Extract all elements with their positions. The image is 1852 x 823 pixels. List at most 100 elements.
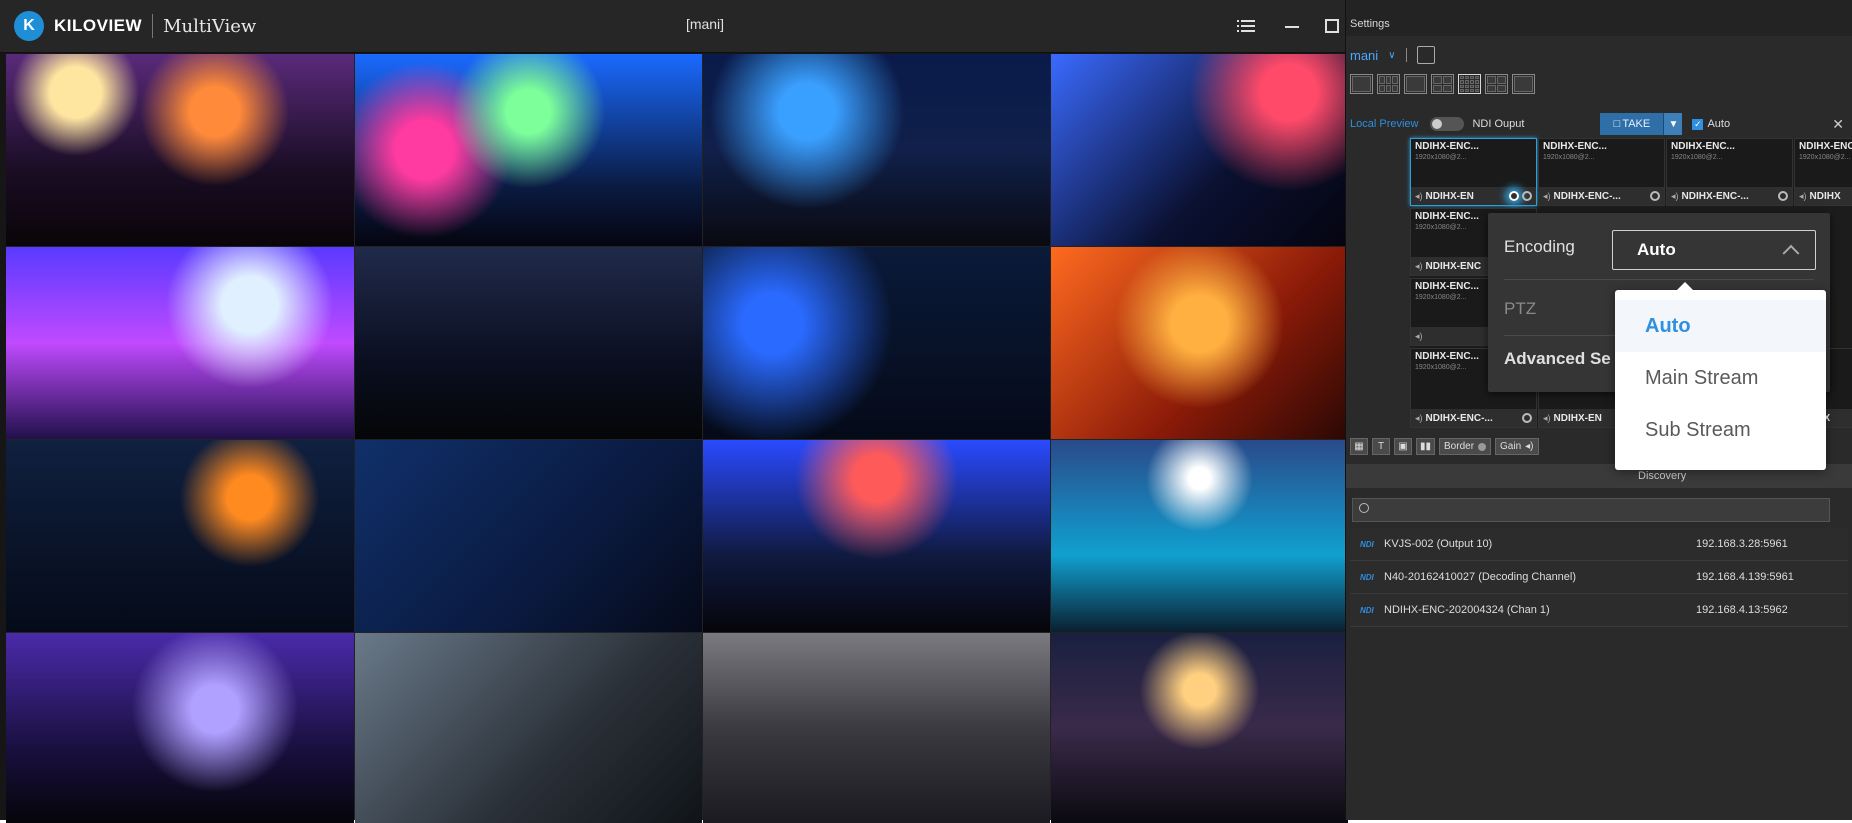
gain-button[interactable]: Gain ◂): [1495, 438, 1539, 455]
search-icon: [1359, 503, 1369, 513]
speaker-icon[interactable]: ◂): [1543, 191, 1551, 202]
title-bar: K KILOVIEW MultiView [mani]: [0, 0, 1345, 53]
video-tile[interactable]: [703, 54, 1050, 246]
layout-presets: [1350, 74, 1535, 94]
auto-checkbox[interactable]: ✓ Auto: [1692, 118, 1730, 130]
discovery-list: NDI KVJS-002 (Output 10) 192.168.3.28:59…: [1350, 528, 1848, 627]
text-icon[interactable]: T: [1372, 438, 1390, 455]
layout-select[interactable]: mani ∨: [1350, 48, 1396, 63]
take-icon: □: [1613, 118, 1621, 130]
take-dropdown-button[interactable]: ▼: [1663, 113, 1683, 135]
audio-meter-icon[interactable]: ▮▮: [1416, 438, 1436, 455]
gear-icon[interactable]: [1509, 191, 1519, 201]
video-tile[interactable]: [703, 440, 1050, 632]
menu-icon[interactable]: [1232, 12, 1260, 40]
auto-label: Auto: [1707, 118, 1731, 130]
video-tile[interactable]: [1051, 247, 1348, 439]
border-button[interactable]: Border: [1439, 438, 1492, 455]
maximize-icon[interactable]: [1318, 12, 1346, 40]
video-tile[interactable]: [703, 633, 1050, 823]
source-resolution: 1920x1080@2...: [1415, 364, 1467, 371]
source-tile[interactable]: NDIHX-ENC... 1920x1080@2... ◂) NDIHX-ENC…: [1538, 138, 1665, 206]
speaker-icon[interactable]: ◂): [1415, 261, 1423, 272]
image-icon[interactable]: ▣: [1394, 438, 1412, 455]
layout-single[interactable]: [1404, 74, 1427, 94]
source-tile[interactable]: NDIHX-ENC... 1920x1080@2... ◂) NDIHX: [1794, 138, 1852, 206]
ndi-badge: NDI: [1360, 572, 1374, 582]
source-footer-name: NDIHX-ENC-...: [1553, 190, 1621, 202]
source-name: KVJS-002 (Output 10): [1384, 538, 1493, 550]
video-tile[interactable]: [355, 440, 702, 632]
source-resolution: 1920x1080@2...: [1543, 154, 1595, 161]
video-tile[interactable]: [1051, 54, 1348, 246]
discovery-row[interactable]: NDI KVJS-002 (Output 10) 192.168.3.28:59…: [1350, 528, 1848, 561]
chevron-up-icon: [1782, 244, 1800, 262]
checkbox-checked-icon[interactable]: ✓: [1692, 118, 1704, 130]
minimize-icon[interactable]: [1278, 12, 1306, 40]
layout-1plus[interactable]: [1377, 74, 1400, 94]
save-layout-icon[interactable]: [1416, 46, 1435, 64]
source-tile[interactable]: NDIHX-ENC... 1920x1080@2... ◂) NDIHX-ENC…: [1666, 138, 1793, 206]
ndi-output-toggle[interactable]: [1430, 117, 1465, 131]
close-icon[interactable]: ✕: [1832, 116, 1844, 133]
discovery-row[interactable]: NDI N40-20162410027 (Decoding Channel) 1…: [1350, 561, 1848, 594]
layout-custom[interactable]: [1512, 74, 1535, 94]
toggle-dot-icon: [1478, 442, 1487, 451]
source-resolution: 1920x1080@2...: [1415, 294, 1467, 301]
video-tile[interactable]: [1051, 440, 1348, 632]
layout-4x4[interactable]: [1458, 74, 1481, 94]
border-label: Border: [1444, 441, 1475, 452]
grid-icon[interactable]: ▦: [1350, 438, 1368, 455]
layout-title: [mani]: [685, 16, 725, 32]
option-label: Auto: [1645, 314, 1691, 337]
video-tile[interactable]: [6, 54, 354, 246]
video-tile[interactable]: [6, 633, 354, 823]
source-footer-name: NDIHX-ENC-...: [1681, 190, 1749, 202]
layout-toolbar: mani ∨: [1350, 44, 1435, 66]
encoding-option-auto[interactable]: Auto: [1615, 300, 1826, 352]
discovery-search-input[interactable]: [1352, 498, 1830, 522]
speaker-icon[interactable]: ◂): [1799, 191, 1807, 202]
speaker-icon[interactable]: ◂): [1415, 331, 1423, 342]
source-tile[interactable]: NDIHX-ENC... 1920x1080@2... ◂) NDIHX-EN: [1410, 138, 1537, 206]
encoding-option-sub-stream[interactable]: Sub Stream: [1615, 404, 1826, 456]
layout-2x2[interactable]: [1431, 74, 1454, 94]
video-tile[interactable]: [6, 440, 354, 632]
encoding-option-main-stream[interactable]: Main Stream: [1615, 352, 1826, 404]
source-ip: 192.168.3.28:5961: [1696, 538, 1788, 550]
speaker-icon[interactable]: ◂): [1415, 191, 1423, 202]
discovery-row[interactable]: NDI NDIHX-ENC-202004324 (Chan 1) 192.168…: [1350, 594, 1848, 627]
video-tile[interactable]: [703, 247, 1050, 439]
encoding-select[interactable]: Auto: [1612, 230, 1816, 270]
video-tile[interactable]: [6, 247, 354, 439]
source-footer: ◂) NDIHX: [1795, 187, 1852, 205]
gear-icon[interactable]: [1522, 413, 1532, 423]
speaker-icon[interactable]: ◂): [1671, 191, 1679, 202]
gear-icon[interactable]: [1522, 191, 1532, 201]
video-tile[interactable]: [355, 247, 702, 439]
advanced-settings-label: Advanced Se: [1504, 349, 1611, 368]
source-name: NDIHX-ENC...: [1415, 141, 1479, 152]
gear-icon[interactable]: [1778, 191, 1788, 201]
source-footer: ◂) NDIHX-EN: [1411, 187, 1536, 205]
source-footer-name: NDIHX-EN: [1425, 190, 1474, 202]
multiview-grid: [6, 54, 1348, 823]
settings-title: Settings: [1350, 18, 1390, 30]
layout-pip[interactable]: [1485, 74, 1508, 94]
speaker-icon[interactable]: ◂): [1415, 413, 1423, 424]
source-resolution: 1920x1080@2...: [1671, 154, 1723, 161]
take-button[interactable]: □ TAKE: [1600, 113, 1664, 135]
encoding-label: Encoding: [1504, 237, 1575, 256]
gear-icon[interactable]: [1650, 191, 1660, 201]
encoding-select-value: Auto: [1637, 240, 1676, 259]
divider: [1504, 279, 1814, 280]
video-tile[interactable]: [355, 633, 702, 823]
speaker-icon[interactable]: ◂): [1543, 413, 1551, 424]
video-tile[interactable]: [1051, 633, 1348, 823]
ndi-badge: NDI: [1360, 605, 1374, 615]
ndi-output-label: NDI Ouput: [1472, 118, 1525, 130]
kiloview-logo: K KILOVIEW MultiView: [14, 10, 256, 42]
layout-1x1[interactable]: [1350, 74, 1373, 94]
video-tile[interactable]: [355, 54, 702, 246]
product-name: MultiView: [163, 15, 257, 37]
